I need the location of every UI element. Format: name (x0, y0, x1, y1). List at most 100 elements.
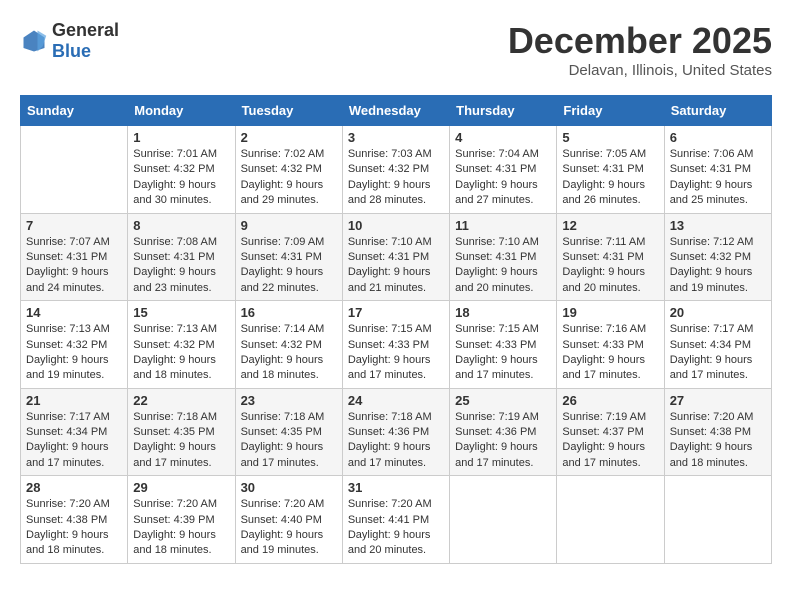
calendar-cell (450, 476, 557, 564)
calendar-cell: 25Sunrise: 7:19 AM Sunset: 4:36 PM Dayli… (450, 388, 557, 476)
day-number: 23 (241, 393, 337, 408)
day-number: 11 (455, 218, 551, 233)
calendar-cell: 1Sunrise: 7:01 AM Sunset: 4:32 PM Daylig… (128, 126, 235, 214)
calendar-cell: 10Sunrise: 7:10 AM Sunset: 4:31 PM Dayli… (342, 213, 449, 301)
day-number: 28 (26, 480, 122, 495)
calendar-cell: 5 Sunrise: 7:05 AM Sunset: 4:31 PM Daylig… (557, 126, 664, 214)
week-row-1: 1Sunrise: 7:01 AM Sunset: 4:32 PM Daylig… (21, 126, 772, 214)
day-number: 17 (348, 305, 444, 320)
calendar-cell: 12Sunrise: 7:11 AM Sunset: 4:31 PM Dayli… (557, 213, 664, 301)
calendar-cell: 14 Sunrise: 7:13 AM Sunset: 4:32 PM Dayli… (21, 301, 128, 389)
calendar-cell (557, 476, 664, 564)
logo: General Blue (20, 20, 119, 62)
day-number: 22 (133, 393, 229, 408)
day-number: 18 (455, 305, 551, 320)
calendar-cell: 30 Sunrise: 7:20 AM Sunset: 4:40 PM Dayli… (235, 476, 342, 564)
cell-info: Sunrise: 7:14 AM Sunset: 4:32 PM Dayligh… (241, 322, 337, 384)
day-number: 31 (348, 480, 444, 495)
day-number: 5 (562, 130, 658, 145)
cell-info: Sunrise: 7:07 AM Sunset: 4:31 PM Dayligh… (26, 235, 122, 297)
cell-info: Sunrise: 7:17 AM Sunset: 4:34 PM Dayligh… (26, 410, 122, 472)
calendar-cell: 3 Sunrise: 7:03 AM Sunset: 4:32 PM Daylig… (342, 126, 449, 214)
cell-info: Sunrise: 7:20 AM Sunset: 4:40 PM Dayligh… (241, 497, 337, 559)
week-row-5: 28 Sunrise: 7:20 AM Sunset: 4:38 PM Dayli… (21, 476, 772, 564)
cell-info: Sunrise: 7:17 AM Sunset: 4:34 PM Dayligh… (670, 322, 766, 384)
calendar-table: SundayMondayTuesdayWednesdayThursdayFrid… (20, 95, 772, 564)
day-number: 26 (562, 393, 658, 408)
calendar-cell: 15Sunrise: 7:13 AM Sunset: 4:32 PM Dayli… (128, 301, 235, 389)
cell-info: Sunrise: 7:09 AM Sunset: 4:31 PM Dayligh… (241, 235, 337, 297)
cell-info: Sunrise: 7:01 AM Sunset: 4:32 PM Dayligh… (133, 147, 229, 209)
day-number: 3 (348, 130, 444, 145)
day-number: 7 (26, 218, 122, 233)
cell-info: Sunrise: 7:13 AM Sunset: 4:32 PM Dayligh… (26, 322, 122, 384)
cell-info: Sunrise: 7:20 AM Sunset: 4:39 PM Dayligh… (133, 497, 229, 559)
day-number: 8 (133, 218, 229, 233)
logo-text: General Blue (52, 20, 119, 62)
calendar-cell: 2 Sunrise: 7:02 AM Sunset: 4:32 PM Daylig… (235, 126, 342, 214)
week-row-2: 7 Sunrise: 7:07 AM Sunset: 4:31 PM Daylig… (21, 213, 772, 301)
calendar-cell: 19Sunrise: 7:16 AM Sunset: 4:33 PM Dayli… (557, 301, 664, 389)
day-number: 20 (670, 305, 766, 320)
calendar-cell: 27 Sunrise: 7:20 AM Sunset: 4:38 PM Dayli… (664, 388, 771, 476)
day-number: 6 (670, 130, 766, 145)
cell-info: Sunrise: 7:15 AM Sunset: 4:33 PM Dayligh… (455, 322, 551, 384)
day-number: 2 (241, 130, 337, 145)
cell-info: Sunrise: 7:15 AM Sunset: 4:33 PM Dayligh… (348, 322, 444, 384)
day-number: 27 (670, 393, 766, 408)
calendar-cell: 28 Sunrise: 7:20 AM Sunset: 4:38 PM Dayli… (21, 476, 128, 564)
cell-info: Sunrise: 7:08 AM Sunset: 4:31 PM Dayligh… (133, 235, 229, 297)
cell-info: Sunrise: 7:19 AM Sunset: 4:36 PM Dayligh… (455, 410, 551, 472)
day-number: 13 (670, 218, 766, 233)
week-row-4: 21 Sunrise: 7:17 AM Sunset: 4:34 PM Dayli… (21, 388, 772, 476)
calendar-cell: 4 Sunrise: 7:04 AM Sunset: 4:31 PM Daylig… (450, 126, 557, 214)
cell-info: Sunrise: 7:18 AM Sunset: 4:36 PM Dayligh… (348, 410, 444, 472)
weekday-header-tuesday: Tuesday (235, 96, 342, 126)
location-title: Delavan, Illinois, United States (508, 62, 772, 79)
calendar-cell: 17 Sunrise: 7:15 AM Sunset: 4:33 PM Dayli… (342, 301, 449, 389)
day-number: 16 (241, 305, 337, 320)
weekday-header-saturday: Saturday (664, 96, 771, 126)
month-title: December 2025 (508, 20, 772, 62)
cell-info: Sunrise: 7:20 AM Sunset: 4:38 PM Dayligh… (26, 497, 122, 559)
day-number: 29 (133, 480, 229, 495)
week-row-3: 14 Sunrise: 7:13 AM Sunset: 4:32 PM Dayli… (21, 301, 772, 389)
calendar-cell: 22Sunrise: 7:18 AM Sunset: 4:35 PM Dayli… (128, 388, 235, 476)
cell-info: Sunrise: 7:18 AM Sunset: 4:35 PM Dayligh… (241, 410, 337, 472)
calendar-cell: 7 Sunrise: 7:07 AM Sunset: 4:31 PM Daylig… (21, 213, 128, 301)
calendar-cell: 23 Sunrise: 7:18 AM Sunset: 4:35 PM Dayli… (235, 388, 342, 476)
cell-info: Sunrise: 7:20 AM Sunset: 4:41 PM Dayligh… (348, 497, 444, 559)
cell-info: Sunrise: 7:12 AM Sunset: 4:32 PM Dayligh… (670, 235, 766, 297)
calendar-cell: 13 Sunrise: 7:12 AM Sunset: 4:32 PM Dayli… (664, 213, 771, 301)
calendar-cell: 11 Sunrise: 7:10 AM Sunset: 4:31 PM Dayli… (450, 213, 557, 301)
cell-info: Sunrise: 7:16 AM Sunset: 4:33 PM Dayligh… (562, 322, 658, 384)
cell-info: Sunrise: 7:10 AM Sunset: 4:31 PM Dayligh… (348, 235, 444, 297)
page-header: General Blue December 2025 Delavan, Illi… (20, 20, 772, 79)
day-number: 15 (133, 305, 229, 320)
calendar-cell: 29 Sunrise: 7:20 AM Sunset: 4:39 PM Dayli… (128, 476, 235, 564)
cell-info: Sunrise: 7:02 AM Sunset: 4:32 PM Dayligh… (241, 147, 337, 209)
day-number: 14 (26, 305, 122, 320)
weekday-header-thursday: Thursday (450, 96, 557, 126)
calendar-cell: 20 Sunrise: 7:17 AM Sunset: 4:34 PM Dayli… (664, 301, 771, 389)
calendar-cell: 8 Sunrise: 7:08 AM Sunset: 4:31 PM Daylig… (128, 213, 235, 301)
logo-icon (20, 27, 48, 55)
cell-info: Sunrise: 7:03 AM Sunset: 4:32 PM Dayligh… (348, 147, 444, 209)
cell-info: Sunrise: 7:05 AM Sunset: 4:31 PM Dayligh… (562, 147, 658, 209)
day-number: 30 (241, 480, 337, 495)
calendar-cell (664, 476, 771, 564)
cell-info: Sunrise: 7:20 AM Sunset: 4:38 PM Dayligh… (670, 410, 766, 472)
calendar-cell: 26Sunrise: 7:19 AM Sunset: 4:37 PM Dayli… (557, 388, 664, 476)
logo-blue: Blue (52, 41, 91, 61)
cell-info: Sunrise: 7:06 AM Sunset: 4:31 PM Dayligh… (670, 147, 766, 209)
cell-info: Sunrise: 7:10 AM Sunset: 4:31 PM Dayligh… (455, 235, 551, 297)
logo-general: General (52, 20, 119, 40)
day-number: 21 (26, 393, 122, 408)
weekday-header-row: SundayMondayTuesdayWednesdayThursdayFrid… (21, 96, 772, 126)
calendar-cell: 21 Sunrise: 7:17 AM Sunset: 4:34 PM Dayli… (21, 388, 128, 476)
weekday-header-friday: Friday (557, 96, 664, 126)
cell-info: Sunrise: 7:04 AM Sunset: 4:31 PM Dayligh… (455, 147, 551, 209)
calendar-cell (21, 126, 128, 214)
day-number: 4 (455, 130, 551, 145)
calendar-cell: 24Sunrise: 7:18 AM Sunset: 4:36 PM Dayli… (342, 388, 449, 476)
